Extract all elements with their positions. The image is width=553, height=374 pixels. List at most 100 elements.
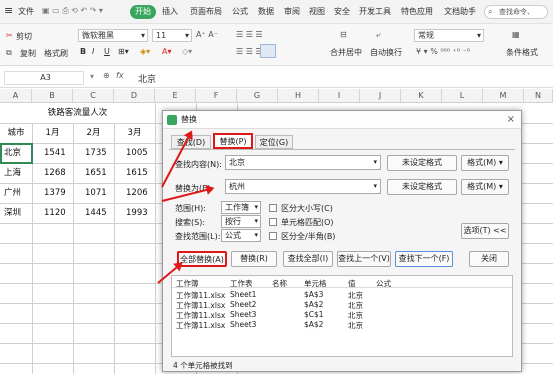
font-name-select[interactable]: 微软雅黑 ▾ — [78, 29, 148, 42]
options-button[interactable]: 选项(T) << — [461, 223, 509, 239]
scope-select[interactable]: 工作簿 ▾ — [221, 201, 261, 214]
result-col-header[interactable]: 公式 — [376, 278, 391, 289]
data-cell[interactable]: 1120 — [44, 203, 73, 223]
italic-icon[interactable]: I — [92, 47, 94, 56]
tab-replace[interactable]: 替换(P) — [213, 133, 253, 149]
clear-format-icon[interactable]: ◇▾ — [182, 47, 192, 56]
column-header[interactable]: M — [483, 89, 524, 103]
align-center-icon[interactable] — [260, 44, 276, 58]
close-button[interactable]: 关闭 — [469, 251, 509, 267]
conditional-format-icon[interactable]: ▦ — [512, 30, 520, 39]
copy-icon[interactable]: ⧉ — [6, 48, 12, 58]
number-format-select[interactable]: 常规 ▾ — [414, 29, 484, 42]
border-icon[interactable]: ⊞▾ — [118, 47, 129, 56]
align-top-icon[interactable]: ☰ ☰ ☰ — [236, 30, 263, 39]
tab-goto[interactable]: 定位(G) — [255, 135, 293, 149]
look-in-select[interactable]: 公式 ▾ — [221, 229, 261, 242]
header-cell[interactable]: 2月 — [73, 123, 114, 143]
header-cell[interactable]: 城市 — [0, 123, 32, 143]
tab-home[interactable]: 开始 — [130, 5, 156, 19]
column-header[interactable]: A — [0, 89, 32, 103]
find-format-button[interactable]: 格式(M) ▾ — [461, 155, 509, 171]
column-header[interactable]: E — [155, 89, 196, 103]
column-header[interactable]: K — [401, 89, 442, 103]
header-cell[interactable]: 3月 — [114, 123, 155, 143]
menu-icon[interactable]: ≡ — [4, 4, 13, 17]
tab-special-apps[interactable]: 特色应用 — [401, 6, 433, 17]
save-icon[interactable]: ▣ ▭ ⎙ ⟲ ↶ ↷ ▾ — [42, 6, 103, 16]
tab-security[interactable]: 安全 — [334, 6, 350, 17]
city-cell[interactable]: 广州 — [4, 183, 32, 203]
result-col-header[interactable]: 值 — [348, 278, 356, 289]
tab-insert[interactable]: 插入 — [162, 6, 178, 17]
data-cell[interactable]: 1615 — [126, 163, 155, 183]
copy-button[interactable]: 复制 — [20, 48, 36, 59]
data-cell[interactable]: 1993 — [126, 203, 155, 223]
data-cell[interactable]: 1071 — [85, 183, 114, 203]
fill-color-icon[interactable]: ◈▾ — [140, 47, 150, 56]
currency-icon[interactable]: ¥ ▾ % ⁰⁰⁰ ⁺⁰ ⁻⁰ — [416, 47, 470, 56]
data-cell[interactable]: 1268 — [44, 163, 73, 183]
result-row[interactable]: 工作簿11.xlsx Sheet2 $A$2 北京 — [172, 300, 512, 310]
result-col-header[interactable]: 名称 — [272, 278, 287, 289]
column-header[interactable]: F — [196, 89, 237, 103]
font-color-icon[interactable]: A▾ — [162, 47, 172, 56]
tab-data[interactable]: 数据 — [258, 6, 274, 17]
data-cell[interactable]: 1541 — [44, 143, 73, 163]
column-header[interactable]: H — [278, 89, 319, 103]
cut-button[interactable]: 剪切 — [16, 31, 32, 42]
column-header[interactable]: I — [319, 89, 360, 103]
result-row[interactable]: 工作簿11.xlsx Sheet1 $A$3 北京 — [172, 290, 512, 300]
tab-view[interactable]: 视图 — [309, 6, 325, 17]
result-col-header[interactable]: 工作表 — [230, 278, 253, 289]
zoom-icon[interactable]: ⊕ — [103, 71, 110, 80]
column-header[interactable]: D — [114, 89, 155, 103]
result-col-header[interactable]: 工作簿 — [176, 278, 199, 289]
dialog-title-bar[interactable]: 替换 × — [163, 111, 521, 129]
menu-file[interactable]: 文件 — [18, 6, 34, 17]
column-header[interactable]: B — [32, 89, 73, 103]
dropdown-icon[interactable]: ▾ — [90, 72, 94, 81]
underline-icon[interactable]: U — [104, 47, 110, 56]
close-icon[interactable]: × — [507, 111, 515, 129]
city-cell[interactable]: 北京 — [4, 143, 32, 163]
replace-input[interactable]: 杭州 ▾ — [225, 179, 381, 194]
tab-doc-assistant[interactable]: 文档助手 — [444, 6, 476, 17]
tab-page-layout[interactable]: 页面布局 — [190, 6, 222, 17]
column-header[interactable]: L — [442, 89, 483, 103]
font-grow-icon[interactable]: A⁺ A⁻ — [196, 30, 218, 39]
result-row[interactable]: 工作簿11.xlsx Sheet3 $C$1 北京 — [172, 310, 512, 320]
format-painter-button[interactable]: 格式刷 — [44, 48, 68, 59]
match-case-checkbox[interactable] — [269, 204, 277, 212]
data-cell[interactable]: 1005 — [126, 143, 155, 163]
column-header[interactable]: N — [524, 89, 553, 103]
column-header[interactable]: C — [73, 89, 114, 103]
city-cell[interactable]: 深圳 — [4, 203, 32, 223]
wrap-text-button[interactable]: 自动换行 — [370, 47, 402, 58]
find-all-button[interactable]: 查找全部(I) — [283, 251, 333, 267]
table-title[interactable]: 铁路客流量人次 — [0, 103, 155, 123]
replace-format-button[interactable]: 格式(M) ▾ — [461, 179, 509, 195]
wrap-icon[interactable]: ⤶ — [376, 30, 380, 40]
find-previous-button[interactable]: 查找上一个(V) — [337, 251, 391, 267]
data-cell[interactable]: 1206 — [126, 183, 155, 203]
data-cell[interactable]: 1379 — [44, 183, 73, 203]
results-list[interactable]: 工作簿 工作表 名称 单元格 值 公式 工作簿11.xlsx Sheet1 $A$3… — [171, 275, 513, 357]
result-col-header[interactable]: 单元格 — [304, 278, 327, 289]
result-row[interactable]: 工作簿11.xlsx Sheet3 $A$2 北京 — [172, 320, 512, 330]
match-width-checkbox[interactable] — [269, 232, 277, 240]
replace-button[interactable]: 替换(R) — [231, 251, 277, 267]
column-header[interactable]: G — [237, 89, 278, 103]
tab-review[interactable]: 审阅 — [284, 6, 300, 17]
conditional-format-button[interactable]: 条件格式 — [506, 47, 538, 58]
merge-center-button[interactable]: 合并居中 — [330, 47, 362, 58]
merge-icon[interactable]: ⊟ — [340, 30, 347, 39]
column-header[interactable]: J — [360, 89, 401, 103]
header-cell[interactable]: 1月 — [32, 123, 73, 143]
name-box[interactable]: A3 — [4, 71, 84, 85]
data-cell[interactable]: 1735 — [85, 143, 114, 163]
fx-icon[interactable]: fx — [116, 71, 124, 80]
find-input[interactable]: 北京 ▾ — [225, 155, 381, 170]
tab-developer[interactable]: 开发工具 — [359, 6, 391, 17]
font-size-select[interactable]: 11 ▾ — [152, 29, 192, 42]
